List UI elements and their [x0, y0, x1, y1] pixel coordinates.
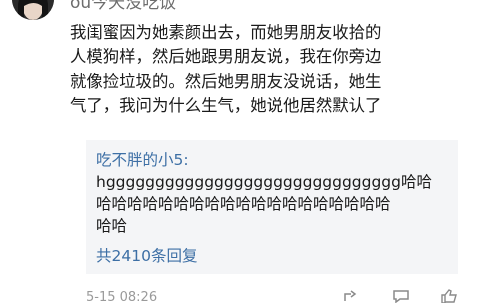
comment-line: 就像捡垃圾的。然后她男朋友没说话，她生 [70, 71, 382, 91]
reply-line: 哈哈哈哈哈哈哈哈哈哈哈哈哈哈哈哈哈哈哈 [96, 195, 391, 213]
share-icon[interactable] [342, 289, 360, 303]
comment-line: 人模狗样，然后她跟男朋友说，我在你旁边 [70, 47, 382, 67]
reply-body: hgggggggggggggggggggggggggggggg哈哈 哈哈哈哈哈哈… [96, 171, 452, 237]
reply-author[interactable]: 吃不胖的小5: [96, 148, 189, 170]
view-all-replies-link[interactable]: 共2410条回复 [96, 244, 197, 266]
reply-line: 哈哈 [96, 217, 128, 235]
comment-timestamp: 5-15 08:26 [86, 290, 158, 305]
like-icon[interactable] [440, 289, 458, 303]
comment-icon[interactable] [392, 289, 410, 303]
comment-username[interactable]: ou今天没吃饭 [70, 0, 176, 13]
avatar-image [12, 0, 54, 20]
comment-body: 我闺蜜因为她素颜出去，而她男朋友收拾的 人模狗样，然后她跟男朋友说，我在你旁边 … [70, 21, 475, 118]
reply-preview[interactable]: 吃不胖的小5: hgggggggggggggggggggggggggggggg哈… [86, 140, 458, 274]
reply-line: hgggggggggggggggggggggggggggggg哈哈 [96, 173, 432, 191]
comment-line: 气了，我问为什么生气，她说他居然默认了 [70, 95, 382, 115]
avatar[interactable] [12, 0, 54, 20]
comment-line: 我闺蜜因为她素颜出去，而她男朋友收拾的 [70, 23, 382, 42]
